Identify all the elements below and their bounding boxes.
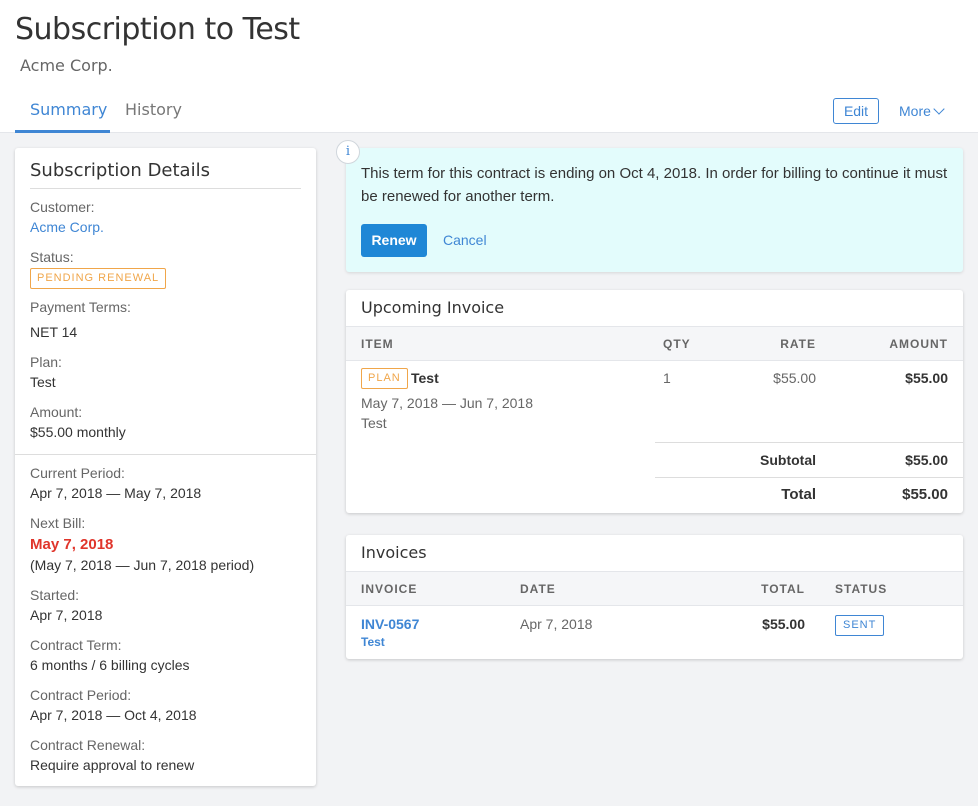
- table-header: ITEM QTY RATE AMOUNT: [346, 326, 963, 361]
- column-header-total: TOTAL: [761, 582, 805, 596]
- divider: [30, 188, 301, 189]
- status-label: Status:: [30, 249, 74, 265]
- line-item-name: Test: [411, 370, 439, 386]
- next-bill-date: May 7, 2018: [30, 536, 114, 553]
- column-header-qty: QTY: [663, 337, 691, 351]
- payment-terms-value: NET 14: [30, 324, 78, 340]
- more-menu-button[interactable]: More: [899, 101, 945, 121]
- amount-label: Amount:: [30, 404, 83, 420]
- invoices-title: Invoices: [361, 543, 427, 562]
- line-item-rate: $55.00: [773, 370, 816, 386]
- line-item-amount: $55.00: [905, 370, 948, 386]
- column-header-invoice: INVOICE: [361, 582, 418, 596]
- page-title: Subscription to Test: [15, 12, 300, 47]
- contract-period-label: Contract Period:: [30, 687, 132, 703]
- status-badge: SENT: [835, 615, 885, 636]
- line-item-description: Test: [361, 415, 387, 431]
- line-item-qty: 1: [663, 370, 671, 386]
- contract-term-value: 6 months / 6 billing cycles: [30, 657, 190, 673]
- contract-renewal-label: Contract Renewal:: [30, 737, 146, 753]
- more-label: More: [899, 103, 931, 119]
- contract-renewal-value: Require approval to renew: [30, 757, 195, 773]
- plan-value: Test: [30, 374, 56, 390]
- details-title: Subscription Details: [30, 160, 210, 181]
- contract-term-label: Contract Term:: [30, 637, 122, 653]
- page-header: Subscription to Test Acme Corp. Summary …: [0, 0, 978, 133]
- notice-text: This term for this contract is ending on…: [361, 165, 948, 205]
- started-label: Started:: [30, 587, 80, 603]
- next-bill-label: Next Bill:: [30, 515, 86, 531]
- divider: [15, 454, 316, 455]
- chevron-down-icon: [933, 103, 945, 115]
- current-period-value: Apr 7, 2018 — May 7, 2018: [30, 485, 202, 501]
- invoice-date: Apr 7, 2018: [520, 616, 593, 632]
- column-header-item: ITEM: [361, 337, 394, 351]
- cancel-button[interactable]: Cancel: [443, 232, 487, 248]
- invoice-total: $55.00: [762, 616, 805, 632]
- subscription-details-card: Subscription Details Customer: Acme Corp…: [15, 148, 316, 786]
- amount-value: $55.00 monthly: [30, 424, 126, 440]
- renew-button[interactable]: Renew: [361, 224, 427, 257]
- subtotal-label: Subtotal: [760, 452, 816, 468]
- plan-label: Plan:: [30, 354, 62, 370]
- invoices-card: Invoices INVOICE DATE TOTAL STATUS INV-0…: [346, 535, 963, 659]
- edit-button[interactable]: Edit: [833, 98, 879, 124]
- current-period-label: Current Period:: [30, 465, 125, 481]
- column-header-amount: AMOUNT: [889, 337, 948, 351]
- total-value: $55.00: [902, 486, 948, 503]
- payment-terms-label: Payment Terms:: [30, 299, 131, 315]
- table-header: INVOICE DATE TOTAL STATUS: [346, 571, 963, 606]
- renewal-notice: This term for this contract is ending on…: [346, 148, 963, 272]
- divider: [655, 477, 963, 478]
- column-header-date: DATE: [520, 582, 556, 596]
- customer-link[interactable]: Acme Corp.: [30, 219, 104, 235]
- info-icon: i: [336, 140, 360, 164]
- upcoming-invoice-title: Upcoming Invoice: [361, 298, 505, 317]
- status-badge: PENDING RENEWAL: [30, 268, 167, 289]
- column-header-status: STATUS: [835, 582, 888, 596]
- next-bill-period: (May 7, 2018 — Jun 7, 2018 period): [30, 557, 255, 573]
- divider: [655, 442, 963, 443]
- started-value: Apr 7, 2018: [30, 607, 103, 623]
- plan-badge: PLAN: [361, 368, 408, 389]
- column-header-rate: RATE: [780, 337, 816, 351]
- tab-summary[interactable]: Summary: [15, 100, 110, 133]
- tab-history[interactable]: History: [125, 100, 182, 133]
- invoice-number-link[interactable]: INV-0567: [361, 616, 419, 632]
- page-subtitle: Acme Corp.: [20, 56, 113, 75]
- invoice-subscription-link[interactable]: Test: [361, 635, 385, 649]
- subtotal-value: $55.00: [905, 452, 948, 468]
- line-item-period: May 7, 2018 — Jun 7, 2018: [361, 395, 533, 411]
- upcoming-invoice-card: Upcoming Invoice ITEM QTY RATE AMOUNT PL…: [346, 290, 963, 513]
- total-label: Total: [781, 486, 816, 503]
- customer-label: Customer:: [30, 199, 95, 215]
- contract-period-value: Apr 7, 2018 — Oct 4, 2018: [30, 707, 197, 723]
